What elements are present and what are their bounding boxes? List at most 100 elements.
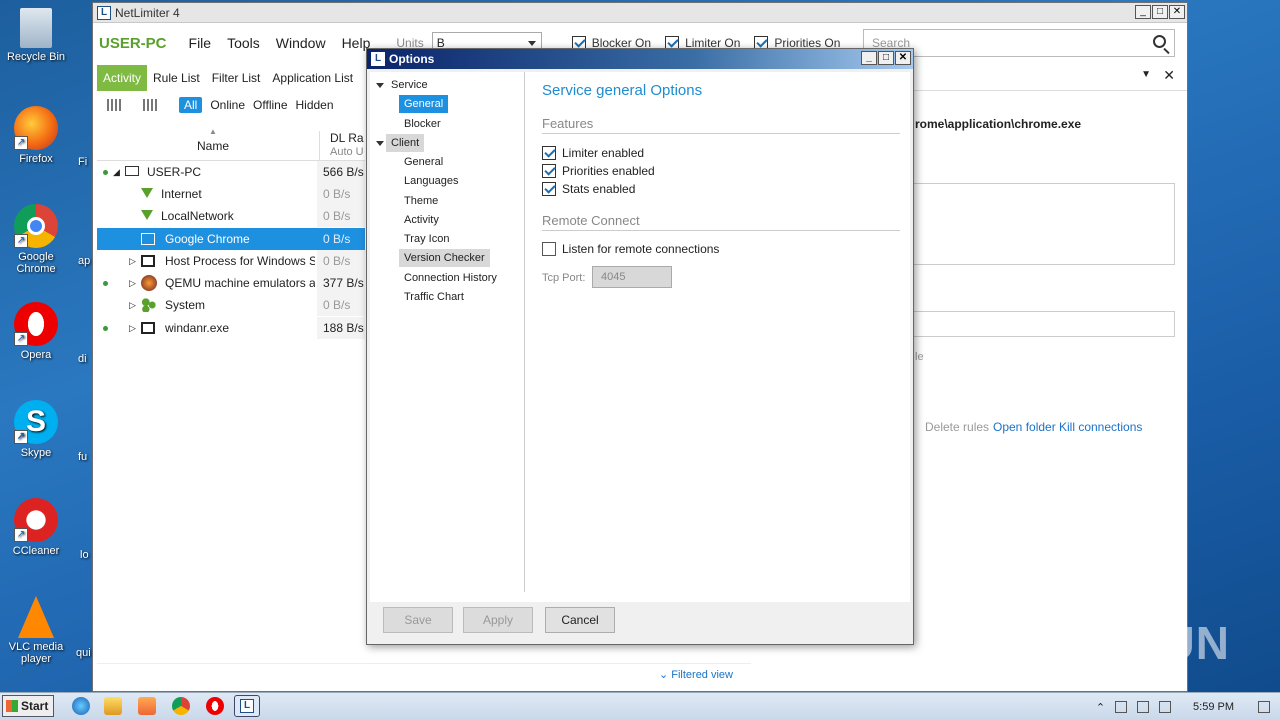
filtered-view-toggle[interactable]: ⌄ Filtered view — [659, 668, 733, 681]
desktop-icon-label: VLC media player — [8, 641, 64, 665]
minimize-button[interactable]: _ — [1135, 5, 1151, 19]
detail-input[interactable] — [913, 311, 1175, 337]
detail-textarea[interactable] — [913, 183, 1175, 265]
chrome-taskbar-icon[interactable] — [172, 697, 190, 715]
collapse-all-icon[interactable] — [143, 99, 157, 111]
apply-button[interactable]: Apply — [463, 607, 533, 633]
netlimiter-taskbar-button[interactable]: L — [234, 695, 260, 717]
listen-remote-checkbox[interactable]: Listen for remote connections — [542, 242, 719, 256]
column-dl-rate[interactable]: DL Ra Auto U — [319, 131, 364, 161]
expanded-icon[interactable]: ◢ — [113, 161, 120, 183]
skype-desktop-icon[interactable]: S ↗ Skype — [0, 400, 72, 459]
table-row[interactable]: LocalNetwork 0 B/s — [97, 205, 365, 227]
priorities-enabled-checkbox[interactable]: Priorities enabled — [542, 164, 655, 178]
start-button[interactable]: Start — [2, 695, 54, 717]
tab-activity[interactable]: Activity — [97, 65, 148, 91]
options-titlebar[interactable]: L Options _ □ ✕ — [367, 49, 913, 69]
explorer-folder-icon[interactable] — [104, 697, 122, 715]
tab-application-list[interactable]: Application List — [266, 65, 359, 91]
tree-client-tray-icon[interactable]: Tray Icon — [399, 230, 454, 248]
close-button[interactable]: ✕ — [1169, 5, 1185, 19]
delete-rules-link[interactable]: Delete rules — [925, 420, 989, 434]
tree-client-general[interactable]: General — [399, 153, 448, 171]
column-dl-sub: Auto U — [330, 146, 364, 158]
kill-connections-link[interactable]: Kill connections — [1059, 420, 1142, 434]
vlc-desktop-icon[interactable]: VLC media player — [0, 596, 72, 665]
flag-tray-icon[interactable] — [1159, 701, 1172, 713]
table-row[interactable]: ▷ QEMU machine emulators and 377 B/s — [97, 272, 365, 294]
tree-client-traffic-chart[interactable]: Traffic Chart — [399, 288, 469, 306]
menu-tools[interactable]: Tools — [227, 35, 260, 51]
filter-all[interactable]: All — [179, 97, 203, 113]
row-name: Internet — [161, 187, 202, 201]
ie-icon[interactable] — [72, 697, 90, 715]
open-folder-link[interactable]: Open folder — [993, 420, 1056, 434]
limiter-enabled-checkbox[interactable]: Limiter enabled — [542, 146, 644, 160]
tray-expand-icon[interactable]: ⌃ — [1096, 701, 1105, 714]
media-player-icon[interactable] — [138, 697, 156, 715]
tree-client-version-checker[interactable]: Version Checker — [399, 249, 490, 267]
stats-enabled-label: Stats enabled — [562, 182, 636, 196]
close-button[interactable]: ✕ — [895, 51, 911, 65]
table-row[interactable]: ◢ USER-PC 566 B/s — [97, 161, 365, 183]
opera-taskbar-icon[interactable] — [206, 697, 224, 715]
collapsed-icon[interactable]: ▷ — [129, 317, 136, 339]
expand-all-icon[interactable] — [107, 99, 121, 111]
maximize-button[interactable]: □ — [878, 51, 894, 65]
tcp-port-input[interactable]: 4045 — [592, 266, 672, 288]
table-row[interactable]: ▷ Host Process for Windows Ser 0 B/s — [97, 250, 365, 272]
main-titlebar[interactable]: L NetLimiter 4 _ □ ✕ — [93, 3, 1187, 23]
menu-window[interactable]: Window — [276, 35, 326, 51]
collapsed-icon[interactable]: ▷ — [129, 294, 136, 316]
stats-enabled-checkbox[interactable]: Stats enabled — [542, 182, 635, 196]
table-row[interactable]: ▷ System 0 B/s — [97, 294, 365, 316]
table-row[interactable]: Internet 0 B/s — [97, 183, 365, 205]
show-desktop-icon[interactable] — [1258, 701, 1270, 713]
tab-rule-list[interactable]: Rule List — [147, 65, 206, 91]
tree-service-blocker[interactable]: Blocker — [399, 115, 446, 133]
filter-hidden[interactable]: Hidden — [296, 98, 334, 112]
expanded-caret-icon[interactable] — [376, 141, 384, 146]
cancel-button[interactable]: Cancel — [545, 607, 615, 633]
save-button[interactable]: Save — [383, 607, 453, 633]
network-tray-icon[interactable] — [1115, 701, 1128, 713]
search-icon[interactable] — [1153, 35, 1166, 48]
tree-client-connection-history[interactable]: Connection History — [399, 269, 502, 287]
collapsed-icon[interactable]: ▷ — [129, 272, 136, 294]
menu-file[interactable]: File — [189, 35, 212, 51]
tree-service-general[interactable]: General — [399, 95, 449, 113]
column-name[interactable]: Name — [197, 139, 229, 153]
chevron-down-icon[interactable]: ▼ — [1141, 69, 1151, 80]
minimize-button[interactable]: _ — [861, 51, 877, 65]
maximize-button[interactable]: □ — [1152, 5, 1168, 19]
table-row[interactable]: ▷ windanr.exe 188 B/s — [97, 317, 365, 339]
chrome-desktop-icon[interactable]: ↗ Google Chrome — [0, 204, 72, 275]
detail-pane-header: ▼ ✕ — [913, 65, 1187, 91]
remote-connect-label: Remote Connect — [542, 213, 640, 228]
row-name: Host Process for Windows Ser — [165, 254, 315, 268]
collapsed-icon[interactable]: ▷ — [129, 250, 136, 272]
tree-client-theme[interactable]: Theme — [399, 192, 443, 210]
netlimiter-logo-icon: L — [371, 52, 385, 66]
clock[interactable]: 5:59 PM — [1193, 701, 1234, 713]
recycle-bin-icon — [20, 8, 52, 48]
table-row-selected[interactable]: Google Chrome 0 B/s — [97, 228, 365, 250]
opera-desktop-icon[interactable]: ↗ Opera — [0, 302, 72, 361]
tree-client-activity[interactable]: Activity — [399, 211, 444, 229]
tree-client[interactable]: Client — [386, 134, 425, 152]
recycle-bin-desktop-icon[interactable]: Recycle Bin — [0, 8, 72, 63]
activity-column-header: ▲ Name DL Ra Auto U — [97, 123, 365, 161]
tree-client-languages[interactable]: Languages — [399, 172, 463, 190]
filter-online[interactable]: Online — [210, 98, 245, 112]
tree-service[interactable]: Service — [386, 76, 433, 94]
firefox-desktop-icon[interactable]: ↗ Firefox — [0, 106, 72, 165]
row-name: USER-PC — [147, 165, 202, 179]
ccleaner-desktop-icon[interactable]: ↗ CCleaner — [0, 498, 72, 557]
close-icon[interactable]: ✕ — [1163, 67, 1175, 84]
column-dl-label: DL Ra — [330, 131, 364, 145]
volume-tray-icon[interactable] — [1137, 701, 1150, 713]
tab-filter-list[interactable]: Filter List — [206, 65, 267, 91]
expanded-caret-icon[interactable] — [376, 83, 384, 88]
filter-offline[interactable]: Offline — [253, 98, 287, 112]
chrome-icon: ↗ — [14, 204, 58, 248]
